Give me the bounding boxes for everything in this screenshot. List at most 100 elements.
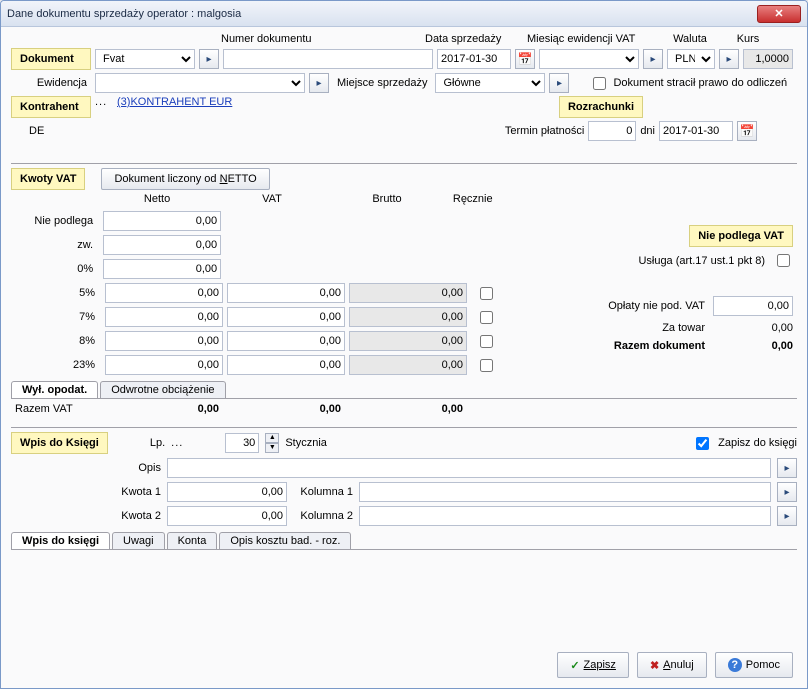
tab-konta[interactable]: Konta (167, 532, 218, 549)
lp-picker[interactable]: ... (171, 437, 183, 449)
label-data: Data sprzedaży (425, 33, 523, 45)
ewidencja-more-button[interactable]: ▸ (309, 73, 329, 93)
spin-up-icon[interactable]: ▲ (265, 433, 279, 443)
vat-netto-input[interactable] (105, 355, 223, 375)
opis-input[interactable] (167, 458, 771, 478)
ewidencja-label: Ewidencja (11, 77, 91, 89)
zatowar-label: Za towar (662, 322, 705, 334)
miejsce-more-button[interactable]: ▸ (549, 73, 569, 93)
kolumna2-input[interactable] (359, 506, 771, 526)
miejsce-select[interactable]: Główne (435, 73, 545, 93)
zatowar-value: 0,00 (713, 322, 793, 334)
waluta-select[interactable]: PLN (667, 49, 715, 69)
label-waluta: Waluta (661, 33, 719, 45)
dokument-type-select[interactable]: Fvat (95, 49, 195, 69)
waluta-more-button[interactable]: ▸ (719, 49, 739, 69)
lp-label: Lp. (150, 437, 165, 449)
vat-rate-label: 0% (11, 263, 99, 275)
rozrachunki-label: Rozrachunki (559, 96, 643, 118)
termin-dni-input[interactable] (588, 121, 636, 141)
vat-vat-input[interactable] (227, 283, 345, 303)
liczony-od-netto-button[interactable]: Dokument liczony od NETTO (101, 168, 269, 190)
miejsce-label: Miejsce sprzedaży (333, 77, 431, 89)
tab-uwagi[interactable]: Uwagi (112, 532, 165, 549)
col-vat: VAT (215, 193, 330, 205)
vat-netto-input[interactable] (103, 259, 221, 279)
vat-vat-input[interactable] (227, 307, 345, 327)
vat-rate-label: 7% (11, 311, 101, 323)
kontrahent-kraj: DE (29, 125, 44, 137)
nie-podlega-box: Nie podlega VAT Usługa (art.17 ust.1 pkt… (533, 225, 793, 358)
app-window: Dane dokumentu sprzedaży operator : malg… (0, 0, 808, 689)
vat-tabs: Wył. opodat.Odwrotne obciążenie (11, 381, 797, 399)
termin-calendar-icon[interactable] (737, 121, 757, 141)
vat-netto-input[interactable] (105, 331, 223, 351)
oplaty-input[interactable] (713, 296, 793, 316)
check-icon (570, 659, 579, 672)
kolumna2-more-button[interactable]: ▸ (777, 506, 797, 526)
vat-vat-input[interactable] (227, 331, 345, 351)
col-recznie: Ręcznie (444, 193, 501, 205)
kontrahent-picker[interactable]: ... (95, 96, 113, 108)
opis-label: Opis (11, 462, 161, 474)
vat-manual-checkbox[interactable] (480, 359, 493, 372)
vat-rate-label: zw. (11, 239, 99, 251)
day-input[interactable] (225, 433, 259, 453)
tab-wy-opodat-[interactable]: Wył. opodat. (11, 381, 98, 398)
vat-manual-checkbox[interactable] (480, 311, 493, 324)
vat-row: Nie podlega (11, 211, 501, 231)
kontrahent-link[interactable]: (3)KONTRAHENT EUR (117, 96, 232, 108)
vat-row: 0% (11, 259, 501, 279)
day-spinner[interactable]: ▲▼ (265, 433, 279, 453)
vat-netto-input[interactable] (105, 307, 223, 327)
kwota2-input[interactable] (167, 506, 287, 526)
zapisz-button[interactable]: Zapisz (557, 652, 629, 678)
kurs-input (743, 49, 793, 69)
kwoty-vat-label: Kwoty VAT (11, 168, 85, 190)
wpis-label: Wpis do Księgi (11, 432, 108, 454)
vat-brutto-input (349, 307, 467, 327)
oplaty-label: Opłaty nie pod. VAT (608, 300, 705, 312)
miesiac-more-button[interactable]: ▸ (643, 49, 663, 69)
usluga-checkbox[interactable] (777, 254, 790, 267)
kolumna1-input[interactable] (359, 482, 771, 502)
pomoc-button[interactable]: Pomoc (715, 652, 793, 678)
kolumna1-more-button[interactable]: ▸ (777, 482, 797, 502)
tab-wpis-do-ksi-gi[interactable]: Wpis do księgi (11, 532, 110, 549)
ewidencja-select[interactable] (95, 73, 305, 93)
razem-vat-label: Razem VAT (11, 403, 105, 415)
zapisz-ksiegi-checkbox[interactable] (696, 437, 709, 450)
tab-opis-kosztu-bad-roz-[interactable]: Opis kosztu bad. - roz. (219, 532, 351, 549)
vat-manual-checkbox[interactable] (480, 287, 493, 300)
stracil-checkbox[interactable] (593, 77, 606, 90)
vat-brutto-input (349, 283, 467, 303)
cross-icon (650, 659, 659, 672)
vat-vat-input[interactable] (227, 355, 345, 375)
vat-netto-input[interactable] (105, 283, 223, 303)
opis-more-button[interactable]: ▸ (777, 458, 797, 478)
kolumna2-label: Kolumna 2 (293, 510, 353, 522)
vat-brutto-input (349, 331, 467, 351)
data-sprzedazy-input[interactable] (437, 49, 511, 69)
close-button[interactable]: ✕ (757, 5, 801, 23)
month-label: Stycznia (285, 437, 327, 449)
kwota1-input[interactable] (167, 482, 287, 502)
miesiac-select[interactable] (539, 49, 639, 69)
vat-row: 8% (11, 331, 501, 351)
vat-manual-checkbox[interactable] (480, 335, 493, 348)
termin-data-input[interactable] (659, 121, 733, 141)
tab-odwrotne-obci-enie[interactable]: Odwrotne obciążenie (100, 381, 225, 398)
dokument-type-more-button[interactable]: ▸ (199, 49, 219, 69)
wpis-section: Wpis do Księgi Lp. ... ▲▼ Stycznia Zapis… (11, 432, 797, 550)
numer-input[interactable] (223, 49, 433, 69)
anuluj-button[interactable]: Anuluj (637, 652, 707, 678)
vat-netto-input[interactable] (103, 235, 221, 255)
calendar-icon[interactable] (515, 49, 535, 69)
usluga-label: Usługa (art.17 ust.1 pkt 8) (638, 255, 765, 267)
titlebar: Dane dokumentu sprzedaży operator : malg… (1, 1, 807, 27)
zapisz-ksiegi-label: Zapisz do księgi (718, 437, 797, 449)
razem-dokument-label: Razem dokument (614, 340, 705, 352)
vat-table: Netto VAT Brutto Ręcznie Nie podlegazw.0… (11, 193, 501, 375)
vat-netto-input[interactable] (103, 211, 221, 231)
spin-down-icon[interactable]: ▼ (265, 443, 279, 453)
